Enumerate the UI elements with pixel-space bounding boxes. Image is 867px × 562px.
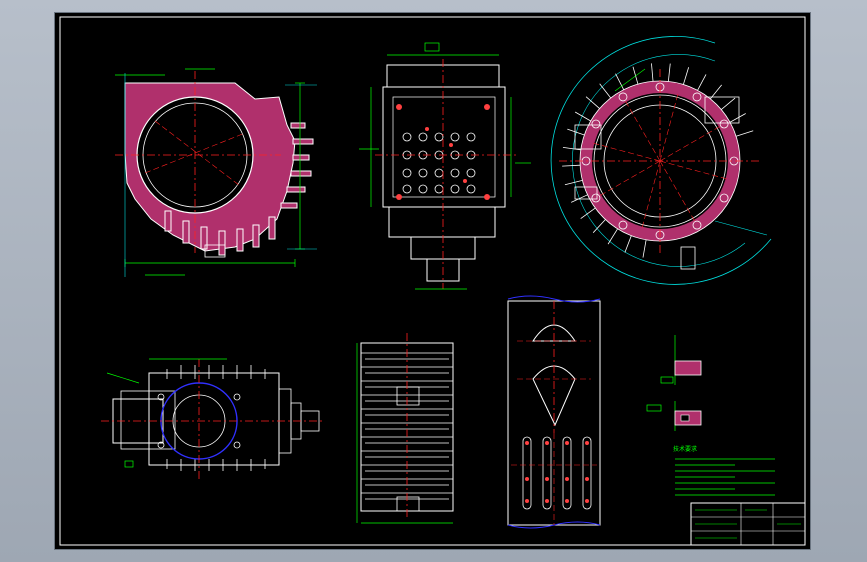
fin-line <box>651 63 654 82</box>
housing-top-view <box>101 358 325 479</box>
slot-pattern <box>522 436 592 510</box>
fin-line <box>697 74 707 91</box>
fin-line <box>562 164 581 167</box>
notes-heading: 技术要求 <box>673 445 697 453</box>
fin-line <box>735 130 754 137</box>
fin-line <box>607 228 618 245</box>
fin-line <box>585 96 600 109</box>
fin-line <box>580 207 596 219</box>
detail-sections <box>646 335 702 431</box>
flange-section-view <box>359 42 531 290</box>
fin-line <box>564 179 583 186</box>
fin-line <box>683 67 690 85</box>
cad-viewport: 技术要求 <box>0 0 867 562</box>
fin-line <box>667 63 671 82</box>
flange-hole-grid <box>402 132 476 194</box>
fin-line <box>632 66 639 85</box>
fin-line <box>642 239 647 258</box>
fin-line <box>574 111 591 122</box>
drawing-sheet: 技术要求 <box>55 13 810 549</box>
cutter-and-hole-pattern-view <box>507 295 601 529</box>
technical-notes: 技术要求 <box>673 445 775 496</box>
finned-housing-front-view <box>115 68 317 277</box>
title-block <box>690 502 806 546</box>
fin-line <box>721 97 736 110</box>
fin-line <box>599 83 612 99</box>
finned-block-side-view <box>356 333 454 524</box>
cad-drawing: 技术要求 <box>59 16 806 546</box>
circular-finned-plan-view <box>550 36 772 285</box>
fin-line <box>624 235 632 253</box>
fin-line <box>729 113 746 123</box>
